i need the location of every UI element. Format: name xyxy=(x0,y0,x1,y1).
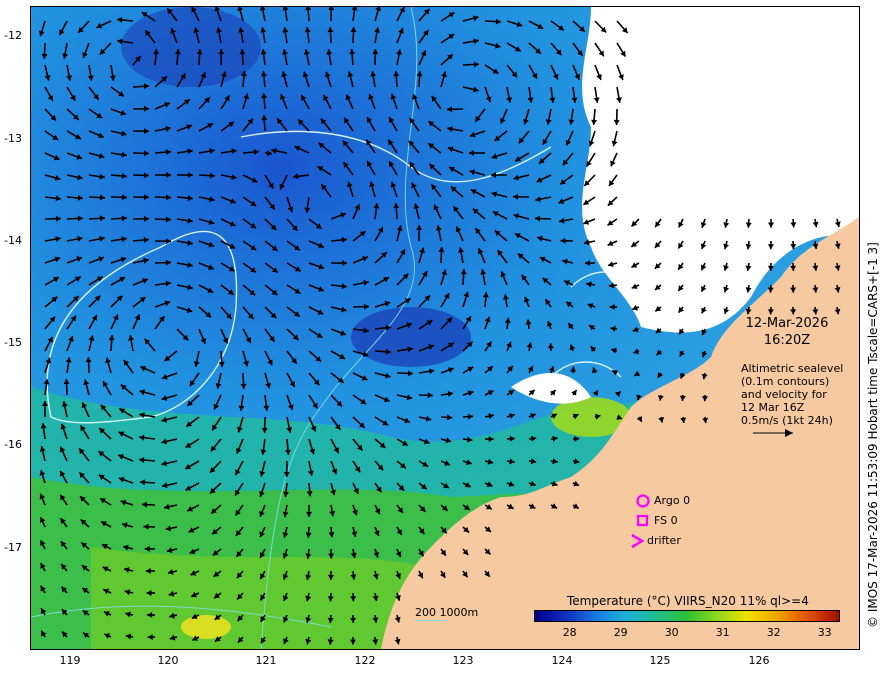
colorbar-tick: 33 xyxy=(817,626,832,639)
date-text: 12-Mar-2026 xyxy=(745,316,829,331)
altimetry-note: Altimetric sealevel (0.1m contours) and … xyxy=(741,362,843,427)
x-tick-label: 122 xyxy=(354,654,376,667)
colorbar-tick: 28 xyxy=(562,626,577,639)
altimetry-note-line: Altimetric sealevel xyxy=(741,362,844,375)
y-tick-label: -17 xyxy=(4,541,22,554)
drifter-label: drifter xyxy=(647,534,681,547)
sst-cold-patch-north xyxy=(121,7,261,87)
x-tick-label: 120 xyxy=(157,654,179,667)
colorbar-tick: 30 xyxy=(664,626,679,639)
y-tick-label: -13 xyxy=(4,132,22,145)
y-tick-label: -12 xyxy=(4,29,22,42)
colorbar-title: Temperature (°C) VIIRS_N20 11% ql>=4 xyxy=(567,594,809,608)
credit-text: © IMOS 17-Mar-2026 11:53:09 Hobart time … xyxy=(866,242,880,628)
sst-map-canvas[interactable] xyxy=(31,7,859,649)
isobath-scale-line xyxy=(415,620,447,621)
sst-hot-spot xyxy=(181,615,231,639)
colorbar-tick: 32 xyxy=(766,626,781,639)
datetime-label: 12-Mar-2026 16:20Z xyxy=(742,315,832,349)
altimetry-note-line: (0.1m contours) xyxy=(741,375,830,388)
x-tick-label: 125 xyxy=(649,654,671,667)
altimetry-note-line: and velocity for xyxy=(741,388,827,401)
fs-label: FS 0 xyxy=(654,514,678,527)
x-tick-label: 121 xyxy=(255,654,277,667)
x-tick-label: 119 xyxy=(59,654,81,667)
x-tick-label: 126 xyxy=(748,654,770,667)
altimetry-note-line: 0.5m/s (1kt 24h) xyxy=(741,414,833,427)
colorbar-tick: 29 xyxy=(613,626,628,639)
sst-cold-patch xyxy=(351,307,471,367)
time-text: 16:20Z xyxy=(763,333,811,348)
sst-map[interactable] xyxy=(30,6,860,650)
x-tick-label: 124 xyxy=(551,654,573,667)
y-tick-label: -15 xyxy=(4,336,22,349)
y-tick-label: -14 xyxy=(4,234,22,247)
argo-label: Argo 0 xyxy=(654,494,691,507)
y-tick-label: -16 xyxy=(4,438,22,451)
x-tick-label: 123 xyxy=(452,654,474,667)
colorbar xyxy=(534,610,840,622)
colorbar-tick: 31 xyxy=(715,626,730,639)
isobath-scale-text: 200 1000m xyxy=(415,606,479,619)
altimetry-note-line: 12 Mar 16Z xyxy=(741,401,805,414)
